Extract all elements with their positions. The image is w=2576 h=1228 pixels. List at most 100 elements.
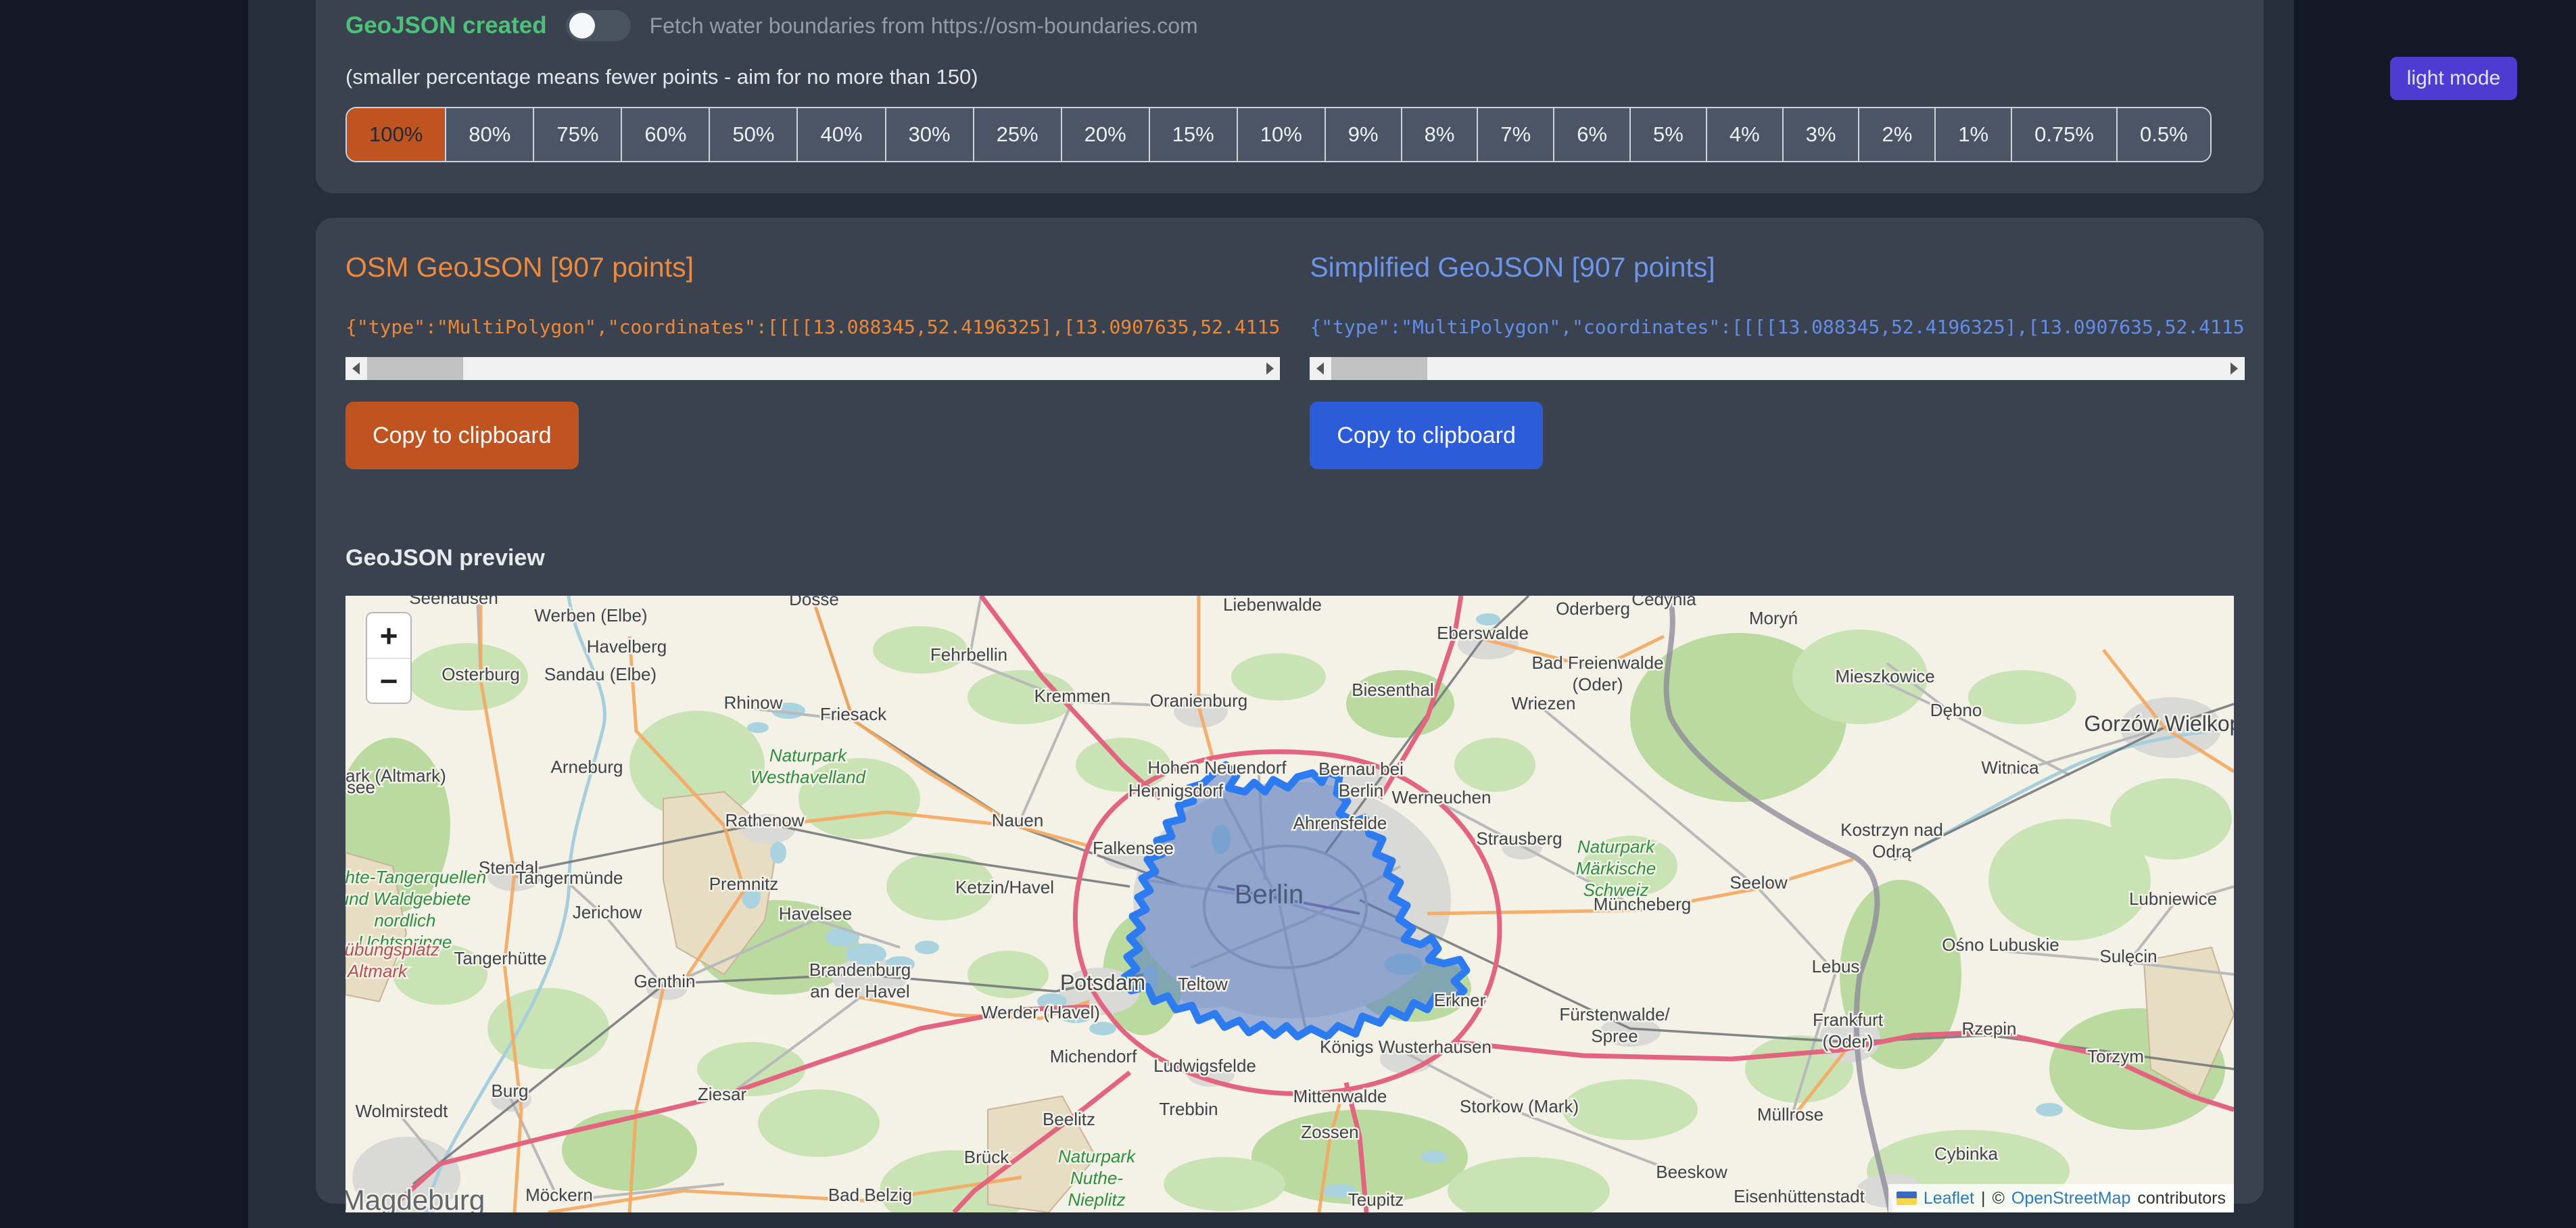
- percent-button-2%[interactable]: 2%: [1858, 108, 1934, 161]
- percent-button-9%[interactable]: 9%: [1325, 108, 1401, 161]
- percent-button-8%[interactable]: 8%: [1401, 108, 1477, 161]
- scroll-left-icon[interactable]: [345, 357, 366, 380]
- svg-text:Eberswalde: Eberswalde: [1437, 623, 1529, 643]
- svg-text:Nauen: Nauen: [992, 810, 1044, 830]
- svg-text:Seehausen: Seehausen: [409, 596, 498, 608]
- simplified-geojson-column: Simplified GeoJSON [907 points] {"type":…: [1310, 218, 2244, 469]
- svg-text:NaturparkMärkischeSchweiz: NaturparkMärkischeSchweiz: [1576, 836, 1656, 900]
- percent-button-30%[interactable]: 30%: [885, 108, 973, 161]
- svg-text:Magdeburg: Magdeburg: [345, 1184, 485, 1212]
- osm-geojson-code: {"type":"MultiPolygon","coordinates":[[[…: [345, 316, 1280, 338]
- simplified-copy-button[interactable]: Copy to clipboard: [1310, 402, 1543, 469]
- percent-button-6%[interactable]: 6%: [1553, 108, 1629, 161]
- geojson-preview-map[interactable]: seeSeehausenWerben (Elbe)HavelbergOsterb…: [345, 596, 2234, 1212]
- percent-button-3%[interactable]: 3%: [1782, 108, 1859, 161]
- percent-button-40%[interactable]: 40%: [796, 108, 884, 161]
- svg-text:Oderberg: Oderberg: [1556, 598, 1630, 619]
- svg-text:Wolmirstedt: Wolmirstedt: [356, 1101, 449, 1121]
- percent-button-100%[interactable]: 100%: [347, 108, 445, 161]
- percent-button-4%[interactable]: 4%: [1706, 108, 1782, 161]
- percent-button-15%[interactable]: 15%: [1149, 108, 1237, 161]
- light-mode-button[interactable]: light mode: [2390, 57, 2517, 100]
- svg-text:Falkensee: Falkensee: [1093, 838, 1174, 858]
- svg-text:Gorzów Wielkopolski: Gorzów Wielkopolski: [2084, 711, 2234, 736]
- svg-text:Rathenow: Rathenow: [725, 810, 804, 830]
- svg-text:ark (Altmark): ark (Altmark): [345, 765, 446, 786]
- svg-text:Sandau (Elbe): Sandau (Elbe): [544, 664, 657, 684]
- content-wrapper: GeoJSON created Fetch water boundaries f…: [248, 0, 2294, 1228]
- svg-text:Cybinka: Cybinka: [1934, 1143, 1998, 1164]
- percent-group: 100%80%75%60%50%40%30%25%20%15%10%9%8%7%…: [345, 107, 2212, 162]
- percent-button-7%[interactable]: 7%: [1477, 108, 1553, 161]
- svg-text:Havelberg: Havelberg: [587, 636, 667, 657]
- zoom-out-button[interactable]: −: [367, 658, 410, 703]
- percent-button-50%[interactable]: 50%: [709, 108, 796, 161]
- percent-button-25%[interactable]: 25%: [973, 108, 1061, 161]
- contributors-text: contributors: [2137, 1189, 2226, 1208]
- simplified-code-scrollbar[interactable]: [1310, 357, 2244, 380]
- svg-text:Lubniewice: Lubniewice: [2129, 889, 2217, 909]
- svg-text:Müllrose: Müllrose: [1757, 1104, 1823, 1125]
- percent-button-1%[interactable]: 1%: [1934, 108, 2011, 161]
- scroll-right-icon[interactable]: [1260, 357, 1280, 380]
- toggle-knob: [569, 13, 595, 39]
- percent-button-5%[interactable]: 5%: [1629, 108, 1706, 161]
- water-boundaries-toggle[interactable]: [566, 10, 631, 41]
- preview-label: GeoJSON preview: [345, 545, 2264, 571]
- svg-text:Seelow: Seelow: [1730, 872, 1787, 893]
- settings-panel: GeoJSON created Fetch water boundaries f…: [316, 0, 2264, 193]
- copyright-symbol: ©: [1992, 1189, 2004, 1208]
- svg-text:Rzepin: Rzepin: [1962, 1018, 2017, 1039]
- svg-text:Bad Belzig: Bad Belzig: [828, 1185, 912, 1205]
- scrollbar-thumb[interactable]: [367, 357, 463, 380]
- attribution-separator: |: [1981, 1189, 1986, 1208]
- svg-text:Trebbin: Trebbin: [1159, 1099, 1218, 1119]
- scroll-right-icon[interactable]: [2224, 357, 2245, 380]
- scrollbar-thumb[interactable]: [1331, 357, 1427, 380]
- svg-text:Havelsee: Havelsee: [779, 903, 852, 924]
- svg-text:Friesack: Friesack: [820, 704, 887, 724]
- percentage-note: (smaller percentage means fewer points -…: [345, 65, 978, 89]
- svg-text:Witnica: Witnica: [1981, 757, 2039, 778]
- svg-text:Möckern: Möckern: [525, 1185, 593, 1205]
- percent-button-20%[interactable]: 20%: [1061, 108, 1149, 161]
- osm-copy-button[interactable]: Copy to clipboard: [345, 402, 579, 469]
- percent-button-75%[interactable]: 75%: [533, 108, 621, 161]
- svg-text:Teupitz: Teupitz: [1348, 1189, 1404, 1210]
- scroll-left-icon[interactable]: [1310, 357, 1330, 380]
- percent-button-10%[interactable]: 10%: [1237, 108, 1325, 161]
- osm-code-scrollbar[interactable]: [345, 357, 1280, 380]
- svg-text:Hohen Neuendorf: Hohen Neuendorf: [1147, 757, 1287, 778]
- svg-text:Liebenwalde: Liebenwalde: [1223, 596, 1322, 615]
- svg-text:Tangermünde: Tangermünde: [516, 868, 623, 888]
- svg-text:Beeskow: Beeskow: [1656, 1162, 1727, 1182]
- svg-text:Brück: Brück: [964, 1147, 1009, 1167]
- svg-text:Mittenwalde: Mittenwalde: [1293, 1086, 1387, 1106]
- svg-text:Mieszkowice: Mieszkowice: [1835, 666, 1934, 686]
- svg-text:Tangerhütte: Tangerhütte: [454, 948, 546, 968]
- map-attribution: Leaflet | © OpenStreetMap contributors: [1888, 1184, 2234, 1212]
- svg-text:Werneuchen: Werneuchen: [1392, 787, 1492, 807]
- percent-button-60%[interactable]: 60%: [621, 108, 709, 161]
- geojson-panel: OSM GeoJSON [907 points] {"type":"MultiP…: [316, 218, 2264, 1204]
- svg-text:Storkow (Mark): Storkow (Mark): [1460, 1096, 1579, 1116]
- osm-geojson-column: OSM GeoJSON [907 points] {"type":"MultiP…: [345, 218, 1280, 469]
- svg-text:Strausberg: Strausberg: [1476, 828, 1562, 849]
- svg-text:Zossen: Zossen: [1301, 1122, 1358, 1142]
- leaflet-link[interactable]: Leaflet: [1924, 1189, 1974, 1208]
- svg-text:Sulęcin: Sulęcin: [2099, 946, 2157, 966]
- svg-text:Berlin: Berlin: [1235, 880, 1304, 910]
- svg-text:Werder (Havel): Werder (Havel): [981, 1002, 1100, 1022]
- svg-text:Eisenhüttenstadt: Eisenhüttenstadt: [1734, 1186, 1865, 1206]
- svg-text:Ośno Lubuskie: Ośno Lubuskie: [1942, 935, 2059, 955]
- percent-button-0.5%[interactable]: 0.5%: [2116, 108, 2210, 161]
- percent-button-0.75%[interactable]: 0.75%: [2011, 108, 2116, 161]
- svg-text:Werben (Elbe): Werben (Elbe): [534, 605, 647, 625]
- svg-text:Burg: Burg: [492, 1081, 529, 1101]
- svg-text:Arneburg: Arneburg: [551, 757, 623, 777]
- percent-button-80%[interactable]: 80%: [445, 108, 533, 161]
- svg-text:Ziesar: Ziesar: [698, 1084, 747, 1104]
- zoom-in-button[interactable]: +: [367, 613, 410, 658]
- map-canvas: seeSeehausenWerben (Elbe)HavelbergOsterb…: [345, 596, 2234, 1212]
- openstreetmap-link[interactable]: OpenStreetMap: [2011, 1189, 2131, 1208]
